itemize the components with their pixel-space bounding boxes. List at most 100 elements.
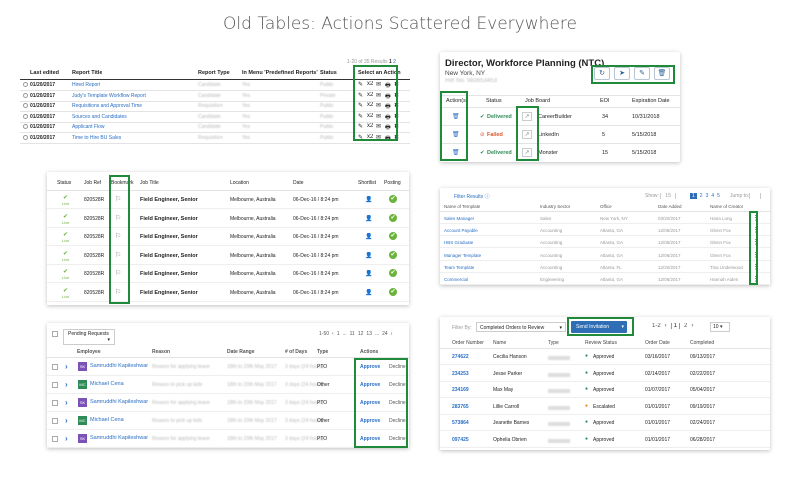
column-header[interactable]: Status (320, 70, 337, 76)
template-name-link[interactable]: Team Template (444, 265, 474, 270)
column-header[interactable]: Completed (690, 340, 714, 346)
row-checkbox[interactable] (52, 418, 58, 424)
page-link[interactable]: 12 (358, 331, 364, 337)
show-select[interactable]: 15 (660, 193, 676, 199)
report-title-link[interactable]: Requisitions and Approval Time (72, 103, 142, 109)
column-header[interactable]: In Menu 'Predefined Reports' (242, 70, 318, 76)
page-link[interactable]: 4 (711, 193, 714, 199)
page-link[interactable]: 13 (366, 331, 372, 337)
page-link[interactable]: ‹ (665, 323, 667, 329)
report-title-link[interactable]: Time to Hire BU Sales (72, 135, 121, 141)
job-title[interactable]: Field Engineer, Senior (140, 253, 198, 259)
filter-results-link[interactable]: Filter Results (454, 194, 483, 200)
expand-chevron-icon[interactable]: › (65, 398, 68, 407)
column-header[interactable]: Last edited (30, 70, 59, 76)
shortlist-icon[interactable]: 👤 (365, 270, 372, 277)
column-header[interactable]: Report Title (72, 70, 102, 76)
order-number-link[interactable]: 573864 (452, 420, 469, 426)
employee-name-link[interactable]: Samruddhi Kapileshwar (90, 363, 148, 369)
column-header[interactable]: Office (600, 204, 612, 209)
row-radio[interactable] (23, 103, 28, 108)
row-radio[interactable] (23, 134, 28, 140)
page-link[interactable]: › (391, 331, 393, 337)
column-header[interactable]: Name (493, 340, 506, 346)
employee-name-link[interactable]: Michael Cena (90, 417, 124, 423)
employee-name-link[interactable]: Samruddhi Kapileshwar (90, 399, 148, 405)
column-header[interactable]: Job Title (140, 180, 159, 186)
page-link[interactable]: 11 (350, 331, 355, 337)
expand-chevron-icon[interactable]: › (65, 380, 68, 389)
job-title[interactable]: Field Engineer, Senior (140, 216, 198, 222)
row-radio[interactable] (23, 82, 28, 87)
column-header[interactable]: Industry Sector (540, 204, 570, 209)
shortlist-icon[interactable]: 👤 (365, 215, 372, 222)
page-link[interactable]: ... (342, 331, 346, 337)
column-header[interactable]: Name of Template (444, 204, 480, 209)
page-link[interactable]: 5 (717, 193, 720, 199)
report-title-link[interactable]: Applicant Flow (72, 124, 105, 130)
page-link[interactable]: 1 (337, 331, 340, 337)
page-link[interactable]: 2 (684, 323, 687, 329)
page-link[interactable]: 1-50 (319, 331, 329, 337)
page-link[interactable]: 3 (706, 193, 709, 199)
column-header[interactable]: Date Added (658, 204, 682, 209)
row-radio[interactable] (23, 124, 28, 129)
order-number-link[interactable]: 097425 (452, 437, 469, 443)
template-name-link[interactable]: Account Payable (444, 228, 478, 233)
jump-input[interactable] (749, 193, 762, 199)
row-checkbox[interactable] (52, 400, 58, 406)
column-header[interactable]: Name of Creator (710, 204, 743, 209)
job-title[interactable]: Field Engineer, Senior (140, 234, 198, 240)
employee-name-link[interactable]: Michael Cena (90, 381, 124, 387)
column-header[interactable]: Shortlist (358, 180, 376, 186)
template-name-link[interactable]: Sales Manager (444, 216, 474, 221)
shortlist-icon[interactable]: 👤 (365, 233, 372, 240)
row-radio[interactable] (23, 92, 28, 98)
shortlist-icon[interactable]: 👤 (365, 289, 372, 296)
job-title[interactable]: Field Engineer, Senior (140, 271, 198, 277)
template-name-link[interactable]: Manager Template (444, 253, 481, 258)
column-header[interactable]: Type (548, 340, 559, 346)
row-radio[interactable] (23, 113, 28, 119)
row-checkbox[interactable] (52, 364, 58, 370)
page-link[interactable]: ‹ (332, 331, 334, 337)
pending-requests-select[interactable]: Pending Requests ▾ (63, 329, 115, 345)
row-checkbox[interactable] (52, 382, 58, 388)
page-link[interactable]: 24 (382, 331, 388, 337)
row-checkbox[interactable] (52, 436, 58, 442)
page-link[interactable]: 2 (700, 193, 703, 199)
shortlist-icon[interactable]: 👤 (365, 196, 372, 203)
report-title-link[interactable]: Sources and Candidates (72, 114, 127, 120)
column-header[interactable]: Order Number (452, 340, 484, 346)
job-title[interactable]: Field Engineer, Senior (140, 197, 198, 203)
column-header[interactable]: Location (230, 180, 249, 186)
expand-chevron-icon[interactable]: › (65, 362, 68, 371)
page-link[interactable]: › (691, 323, 693, 329)
column-header[interactable]: Status (57, 180, 71, 186)
column-header[interactable]: Job Ref (84, 180, 101, 186)
report-title-link[interactable]: Judy's Template Workflow Report (72, 93, 146, 99)
filter-select[interactable]: Completed Orders to Review ▾ (476, 322, 566, 332)
order-number-link[interactable]: 234169 (452, 387, 469, 393)
report-title-link[interactable]: Hired Report (72, 82, 100, 88)
shortlist-icon[interactable]: 👤 (365, 252, 372, 259)
template-name-link[interactable]: Commercial (444, 277, 468, 282)
column-header[interactable]: Report Type (198, 70, 230, 76)
expand-chevron-icon[interactable]: › (65, 434, 68, 443)
column-header[interactable]: Posting (384, 180, 401, 186)
page-link[interactable]: 1 (670, 323, 681, 329)
order-number-link[interactable]: 234253 (452, 371, 469, 377)
job-title[interactable]: Field Engineer, Senior (140, 290, 198, 296)
expand-chevron-icon[interactable]: › (65, 416, 68, 425)
per-page-select[interactable]: 10 ▾ (710, 322, 730, 332)
page-link[interactable]: 1 (690, 193, 697, 199)
column-header[interactable]: Date (293, 180, 304, 186)
page-link[interactable]: 1-2 (652, 323, 661, 329)
column-header[interactable]: Review Status (585, 340, 617, 346)
employee-name-link[interactable]: Samruddhi Kapileshwar (90, 435, 148, 441)
column-header[interactable]: Order Date (645, 340, 670, 346)
page-link[interactable]: ... (375, 331, 379, 337)
template-name-link[interactable]: HBS Graduate (444, 240, 473, 245)
order-number-link[interactable]: 283765 (452, 404, 469, 410)
order-number-link[interactable]: 274622 (452, 354, 469, 360)
